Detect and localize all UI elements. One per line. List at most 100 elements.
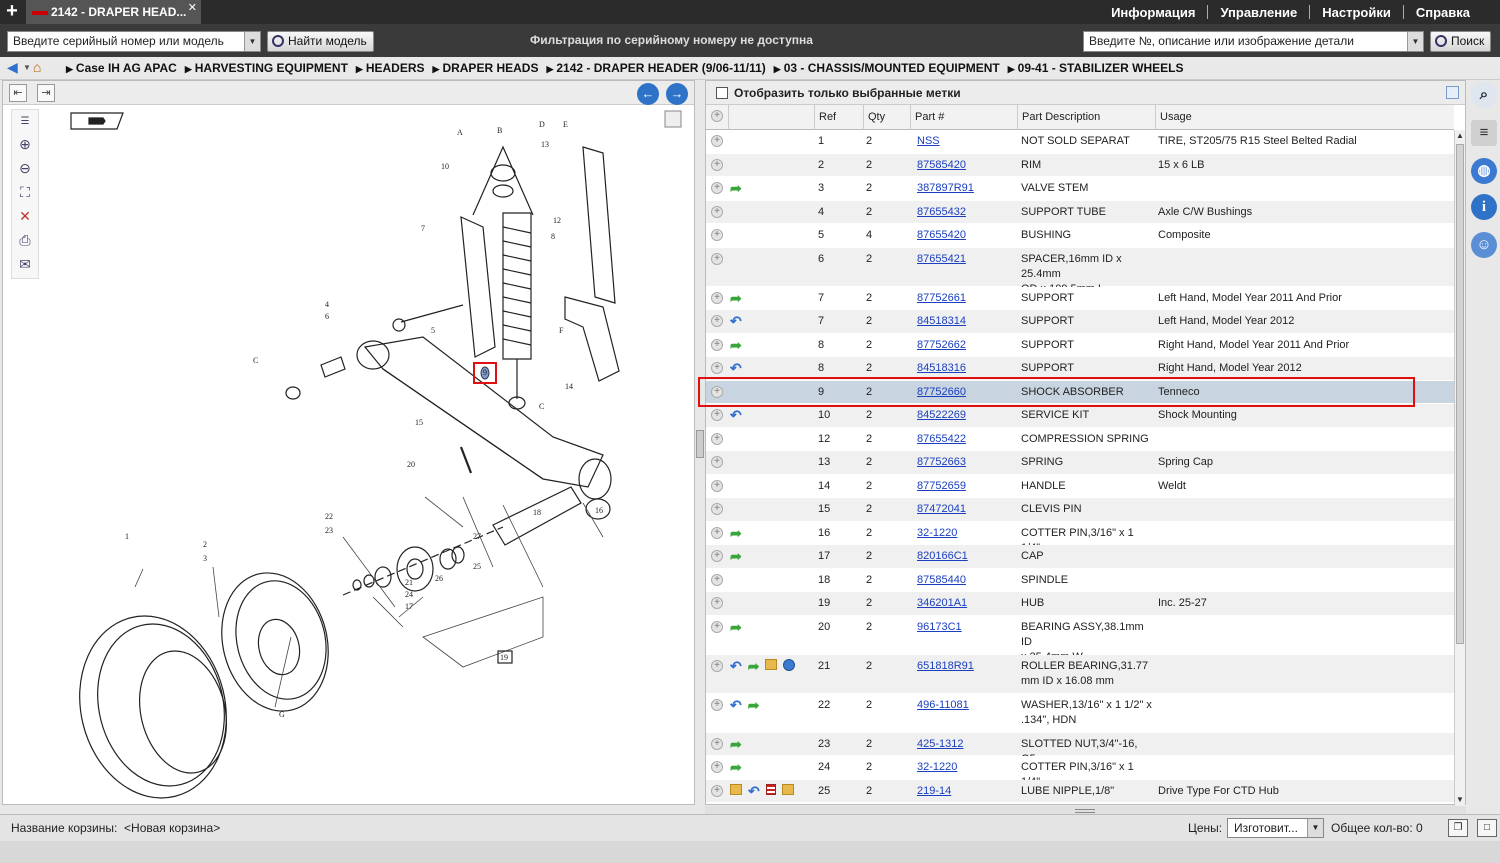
add-to-cart-icon[interactable]: + (711, 338, 723, 351)
zoom-in-icon[interactable]: ⊕ (16, 136, 34, 152)
cell-part-number-link[interactable]: 425-1312 (917, 733, 964, 752)
cell-part-number-link[interactable]: 87752659 (917, 475, 966, 494)
table-row[interactable]: +➦24232-1220COTTER PIN,3/16" x 1 1/4" (706, 756, 1454, 788)
blue-arrow-icon[interactable]: ↶ (730, 697, 742, 713)
find-model-button[interactable]: Найти модель (267, 31, 374, 52)
new-tab-button[interactable]: + (0, 0, 24, 24)
cell-part-number-link[interactable]: 87655432 (917, 201, 966, 220)
back-arrow-icon[interactable]: ◀ (7, 60, 21, 74)
add-to-cart-icon[interactable]: + (711, 597, 723, 609)
panel-splitter[interactable] (696, 430, 704, 458)
close-tab-icon[interactable]: ✕ (188, 0, 197, 20)
next-page-button[interactable]: → (666, 83, 688, 105)
serial-model-input[interactable]: Введите серийный номер или модель ▼ (7, 31, 261, 52)
cell-part-number-link[interactable]: 32-1220 (917, 756, 957, 775)
breadcrumb-item[interactable]: DRAPER HEADS (433, 61, 538, 75)
table-row[interactable]: + ↶ ➦ 22 2 496-11081 WASHER,13/16" x 1 1/2" x.… (706, 693, 1454, 733)
add-to-cart-icon[interactable]: + (711, 252, 723, 265)
add-to-cart-icon[interactable]: + (711, 456, 723, 468)
cell-part-number-link[interactable]: 651818R91 (917, 655, 974, 674)
green-arrow-icon[interactable]: ➦ (748, 697, 760, 713)
prices-select[interactable]: Изготовит... ▼ (1227, 818, 1324, 838)
menu-management[interactable]: Управление (1208, 5, 1309, 20)
green-arrow-icon[interactable]: ➦ (730, 549, 742, 564)
menu-help[interactable]: Справка (1404, 5, 1482, 20)
cart-name-value[interactable]: <Новая корзина> (124, 821, 220, 835)
table-row[interactable]: + ↶ ➦ 21 2 651818R91 ROLLER BEARING,31.77 mm ID… (706, 654, 1454, 694)
parts-diagram[interactable]: A B 10 D E 13 7 12 8 4 6 5 C F 9 C 14 15… (43, 107, 691, 803)
magnifier-icon[interactable]: ⌕ (1471, 82, 1497, 108)
table-row[interactable]: +4 2 87655432 SUPPORT TUBE Axle C/W Bushings (706, 200, 1454, 224)
table-row[interactable]: +➦232425-1312SLOTTED NUT,3/4"-16, G5 (706, 732, 1454, 765)
menu-info[interactable]: Информация (1099, 5, 1207, 20)
blue-arrow-icon[interactable]: ↶ (730, 361, 742, 376)
cell-part-number-link[interactable]: 87752663 (917, 451, 966, 470)
add-to-cart-icon[interactable]: + (711, 761, 723, 773)
cell-part-number-link[interactable]: 96173C1 (917, 616, 962, 635)
table-row[interactable]: + ➦ 8 2 87752662 SUPPORT Right Hand, Model Yea… (706, 333, 1454, 357)
cell-part-number-link[interactable]: 87752662 (917, 334, 966, 353)
info-icon[interactable]: i (1471, 194, 1497, 220)
cell-part-number-link[interactable]: 32-1220 (917, 522, 957, 541)
col-ref[interactable]: Ref (814, 105, 863, 130)
clear-selection-icon[interactable]: ✕ (16, 208, 34, 224)
add-to-cart-icon[interactable]: + (711, 503, 723, 515)
package-icon[interactable] (730, 783, 742, 795)
blue-arrow-icon[interactable]: ↶ (730, 408, 742, 423)
catalog-icon[interactable]: ≡ (1471, 120, 1497, 146)
scroll-down-icon[interactable]: ▼ (1455, 794, 1465, 806)
blue-arrow-icon[interactable]: ↶ (730, 314, 742, 329)
cell-part-number-link[interactable]: 87472041 (917, 498, 966, 517)
table-row[interactable]: +2 2 87585420 RIM 15 x 6 LB (706, 153, 1454, 177)
chevron-down-icon[interactable]: ▼ (1407, 32, 1423, 51)
green-arrow-icon[interactable]: ➦ (730, 736, 742, 752)
green-arrow-icon[interactable]: ➦ (730, 619, 742, 635)
cell-part-number-link[interactable]: 496-11081 (917, 694, 969, 713)
package-icon[interactable] (781, 783, 794, 795)
add-to-cart-icon[interactable]: + (711, 229, 723, 241)
menu-lines-icon[interactable]: ☰ (16, 114, 34, 130)
green-arrow-icon[interactable]: ➦ (748, 658, 760, 674)
previous-page-button[interactable]: ← (637, 83, 659, 105)
table-row[interactable]: +15 2 87472041 CLEVIS PIN (706, 498, 1454, 522)
table-row[interactable]: +➦20296173C1BEARING ASSY,38.1mm IDx 25.4… (706, 615, 1454, 663)
print-icon[interactable]: ⎙ (16, 232, 34, 248)
table-row[interactable]: + ➦ 7 2 87752661 SUPPORT Left Hand, Model Year… (706, 286, 1454, 310)
table-row[interactable]: +12 2 87655422 COMPRESSION SPRING (706, 427, 1454, 451)
chevron-down-icon[interactable]: ▼ (1307, 819, 1323, 837)
table-row[interactable]: + ↶ 7 2 84518314 SUPPORT Left Hand, Model Year… (706, 310, 1454, 334)
cell-part-number-link[interactable]: 219-14 (917, 780, 951, 799)
cell-part-number-link[interactable]: 87655421 (917, 248, 966, 267)
scroll-thumb[interactable] (1456, 144, 1464, 644)
add-to-cart-icon[interactable]: + (711, 620, 723, 633)
table-row[interactable]: +13 2 87752663 SPRING Spring Cap (706, 451, 1454, 475)
green-arrow-icon[interactable]: ➦ (730, 525, 742, 541)
add-to-cart-icon[interactable]: + (711, 409, 723, 421)
expand-right-icon[interactable]: ⇥ (37, 84, 55, 102)
collapse-left-icon[interactable]: ⇤ (9, 84, 27, 102)
scroll-up-icon[interactable]: ▲ (1455, 130, 1465, 142)
add-to-cart-icon[interactable]: + (711, 432, 723, 445)
table-row[interactable]: + ➦ 17 2 820166C1 CAP (706, 545, 1454, 569)
cell-part-number-link[interactable]: 87585440 (917, 569, 966, 588)
cell-part-number-link[interactable]: 387897R91 (917, 177, 974, 196)
breadcrumb-item[interactable]: Case IH AG APAC (66, 61, 177, 75)
table-row[interactable]: +1 2 NSS NOT SOLD SEPARAT TIRE, ST205/75 R15… (706, 130, 1454, 154)
add-to-cart-icon[interactable]: + (711, 659, 723, 672)
breadcrumb-item[interactable]: 09-41 - STABILIZER WHEELS (1008, 61, 1184, 75)
grid-settings-icon[interactable] (1446, 86, 1459, 99)
cell-part-number-link[interactable]: NSS (917, 130, 940, 149)
cell-part-number-link[interactable]: 87655422 (917, 428, 966, 447)
add-to-cart-icon[interactable]: + (711, 315, 723, 327)
breadcrumb-item[interactable]: 2142 - DRAPER HEADER (9/06-11/11) (546, 61, 765, 75)
fit-to-window-icon[interactable]: ⛶ (16, 184, 34, 200)
globe-icon[interactable] (783, 658, 796, 671)
globe-icon[interactable]: ◍ (1471, 158, 1497, 184)
table-row[interactable]: +19 2 346201A1 HUB Inc. 25-27 (706, 592, 1454, 616)
add-to-cart-icon[interactable]: + (711, 784, 723, 797)
search-button[interactable]: Поиск (1430, 31, 1492, 52)
blue-arrow-icon[interactable]: ↶ (730, 658, 742, 674)
green-arrow-icon[interactable]: ➦ (730, 290, 742, 306)
selected-only-checkbox[interactable] (716, 87, 728, 99)
breadcrumb-item[interactable]: HEADERS (356, 61, 425, 75)
